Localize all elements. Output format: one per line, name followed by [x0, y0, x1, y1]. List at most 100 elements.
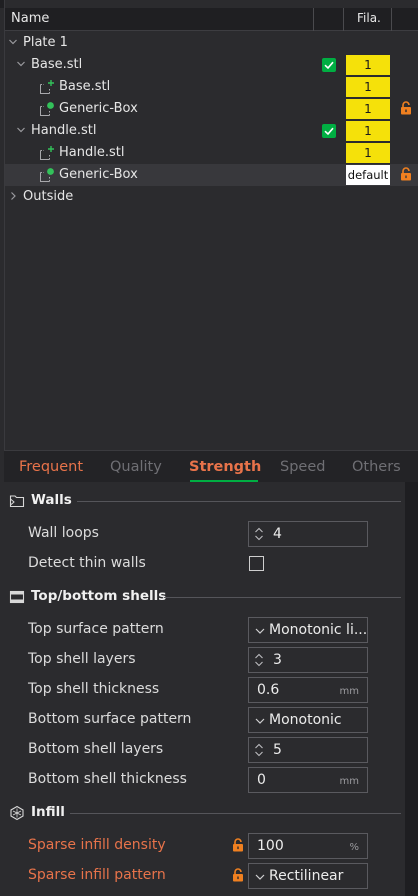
field-value: 4: [273, 526, 282, 542]
field-unit: mm: [339, 686, 359, 697]
section-walls: Walls: [4, 486, 405, 516]
top-surface-pattern-dropdown[interactable]: Monotonic li...: [248, 617, 368, 643]
option-label: Sparse infill density: [28, 837, 166, 853]
section-divider: [164, 597, 401, 598]
modifier-icon: [39, 101, 55, 117]
tree-row-part[interactable]: Base.stl 1: [5, 76, 418, 98]
tree-row-modifier-selected[interactable]: Generic-Box default: [5, 164, 418, 186]
sparse-infill-pattern-dropdown[interactable]: Rectilinear: [248, 863, 368, 889]
filament-column-header[interactable]: Fila.: [357, 11, 381, 25]
option-label: Bottom shell thickness: [28, 771, 187, 787]
tree-row-label: Handle.stl: [59, 145, 125, 160]
modifier-icon: [39, 167, 55, 183]
tree-row-modifier[interactable]: Generic-Box 1: [5, 98, 418, 120]
lock-icon[interactable]: [232, 838, 244, 852]
option-sparse-infill-pattern: Sparse infill pattern Rectilinear: [4, 860, 405, 890]
field-value: Monotonic: [269, 712, 342, 728]
filament-selector[interactable]: default: [346, 165, 390, 185]
tree-row-part[interactable]: Handle.stl 1: [5, 142, 418, 164]
tree-row-label: Plate 1: [23, 35, 68, 50]
option-label: Top shell thickness: [28, 681, 160, 697]
tree-row-plate[interactable]: Outside: [5, 186, 418, 208]
top-shell-layers-spinner[interactable]: 3: [248, 647, 368, 673]
field-value: 5: [273, 742, 282, 758]
section-top-bottom-shells: Top/bottom shells: [4, 582, 405, 612]
wall-loops-spinner[interactable]: 4: [248, 521, 368, 547]
option-top-shell-layers: Top shell layers 3: [4, 644, 405, 674]
section-divider: [70, 813, 401, 814]
top-shell-thickness-input[interactable]: 0.6 mm: [248, 677, 368, 703]
option-label: Detect thin walls: [28, 555, 146, 571]
spinner-arrows-icon[interactable]: [254, 524, 264, 544]
chevron-right-icon[interactable]: [8, 190, 18, 202]
chevron-down-icon: [255, 627, 265, 635]
field-unit: %: [349, 842, 359, 853]
option-label: Sparse infill pattern: [28, 867, 166, 883]
sparse-infill-density-input[interactable]: 100 %: [248, 833, 368, 859]
section-title: Walls: [31, 492, 72, 508]
chevron-down-icon[interactable]: [8, 36, 18, 48]
tree-row-plate[interactable]: Plate 1: [5, 32, 418, 54]
field-value: 0: [257, 772, 266, 788]
option-sparse-infill-density: Sparse infill density 100 %: [4, 830, 405, 860]
lock-icon[interactable]: [400, 101, 412, 115]
section-divider: [77, 501, 401, 502]
section-title: Infill: [31, 804, 65, 820]
filament-selector[interactable]: 1: [346, 121, 390, 141]
tab-strength[interactable]: Strength: [189, 459, 261, 475]
option-top-shell-thickness: Top shell thickness 0.6 mm: [4, 674, 405, 704]
option-bottom-shell-thickness: Bottom shell thickness 0 mm: [4, 764, 405, 794]
bottom-shell-layers-spinner[interactable]: 5: [248, 737, 368, 763]
tree-row-object[interactable]: Handle.stl 1: [5, 120, 418, 142]
filament-selector[interactable]: 1: [346, 55, 390, 75]
visibility-checkbox[interactable]: [322, 58, 336, 72]
tab-frequent[interactable]: Frequent: [19, 459, 83, 475]
settings-tabs: Frequent Quality Strength Speed Others: [4, 450, 418, 482]
filament-selector[interactable]: 1: [346, 77, 390, 97]
option-label: Top shell layers: [28, 651, 136, 667]
tree-row-label: Generic-Box: [59, 101, 138, 116]
tree-row-label: Outside: [23, 189, 74, 204]
part-icon: [39, 145, 55, 161]
tree-row-label: Base.stl: [31, 57, 83, 72]
option-detect-thin-walls: Detect thin walls: [4, 548, 405, 578]
settings-panel: Walls Wall loops 4 Detect thin walls Top…: [4, 482, 405, 896]
spinner-arrows-icon[interactable]: [254, 650, 264, 670]
tab-quality[interactable]: Quality: [110, 459, 162, 475]
column-separator: [343, 8, 344, 31]
visibility-checkbox[interactable]: [322, 124, 336, 138]
field-value: Monotonic li...: [269, 622, 368, 638]
walls-icon: [9, 493, 25, 509]
settings-scrollbar[interactable]: [405, 482, 418, 896]
field-value: 100: [257, 838, 284, 854]
filament-selector[interactable]: 1: [346, 143, 390, 163]
option-top-surface-pattern: Top surface pattern Monotonic li...: [4, 614, 405, 644]
bottom-surface-pattern-dropdown[interactable]: Monotonic: [248, 707, 368, 733]
option-label: Top surface pattern: [28, 621, 164, 637]
option-bottom-surface-pattern: Bottom surface pattern Monotonic: [4, 704, 405, 734]
lock-icon[interactable]: [232, 868, 244, 882]
part-icon: [39, 79, 55, 95]
lock-icon[interactable]: [400, 167, 412, 181]
tree-row-label: Handle.stl: [31, 123, 97, 138]
tab-speed[interactable]: Speed: [280, 459, 325, 475]
option-bottom-shell-layers: Bottom shell layers 5: [4, 734, 405, 764]
field-value: 3: [273, 652, 282, 668]
option-label: Bottom surface pattern: [28, 711, 192, 727]
spinner-arrows-icon[interactable]: [254, 740, 264, 760]
column-separator: [391, 8, 392, 31]
chevron-down-icon[interactable]: [16, 124, 26, 136]
object-list: Name Fila. Plate 1 Base.stl 1 Base.stl 1: [4, 0, 418, 450]
option-label: Bottom shell layers: [28, 741, 164, 757]
filament-selector[interactable]: 1: [346, 99, 390, 119]
option-label: Wall loops: [28, 525, 99, 541]
chevron-down-icon[interactable]: [16, 58, 26, 70]
option-wall-loops: Wall loops 4: [4, 518, 405, 548]
tree-row-label: Base.stl: [59, 79, 111, 94]
name-column-header[interactable]: Name: [11, 11, 49, 26]
bottom-shell-thickness-input[interactable]: 0 mm: [248, 767, 368, 793]
detect-thin-walls-checkbox[interactable]: [249, 556, 264, 571]
tab-others[interactable]: Others: [352, 459, 401, 475]
object-list-header: Name Fila.: [5, 8, 418, 31]
tree-row-object[interactable]: Base.stl 1: [5, 54, 418, 76]
